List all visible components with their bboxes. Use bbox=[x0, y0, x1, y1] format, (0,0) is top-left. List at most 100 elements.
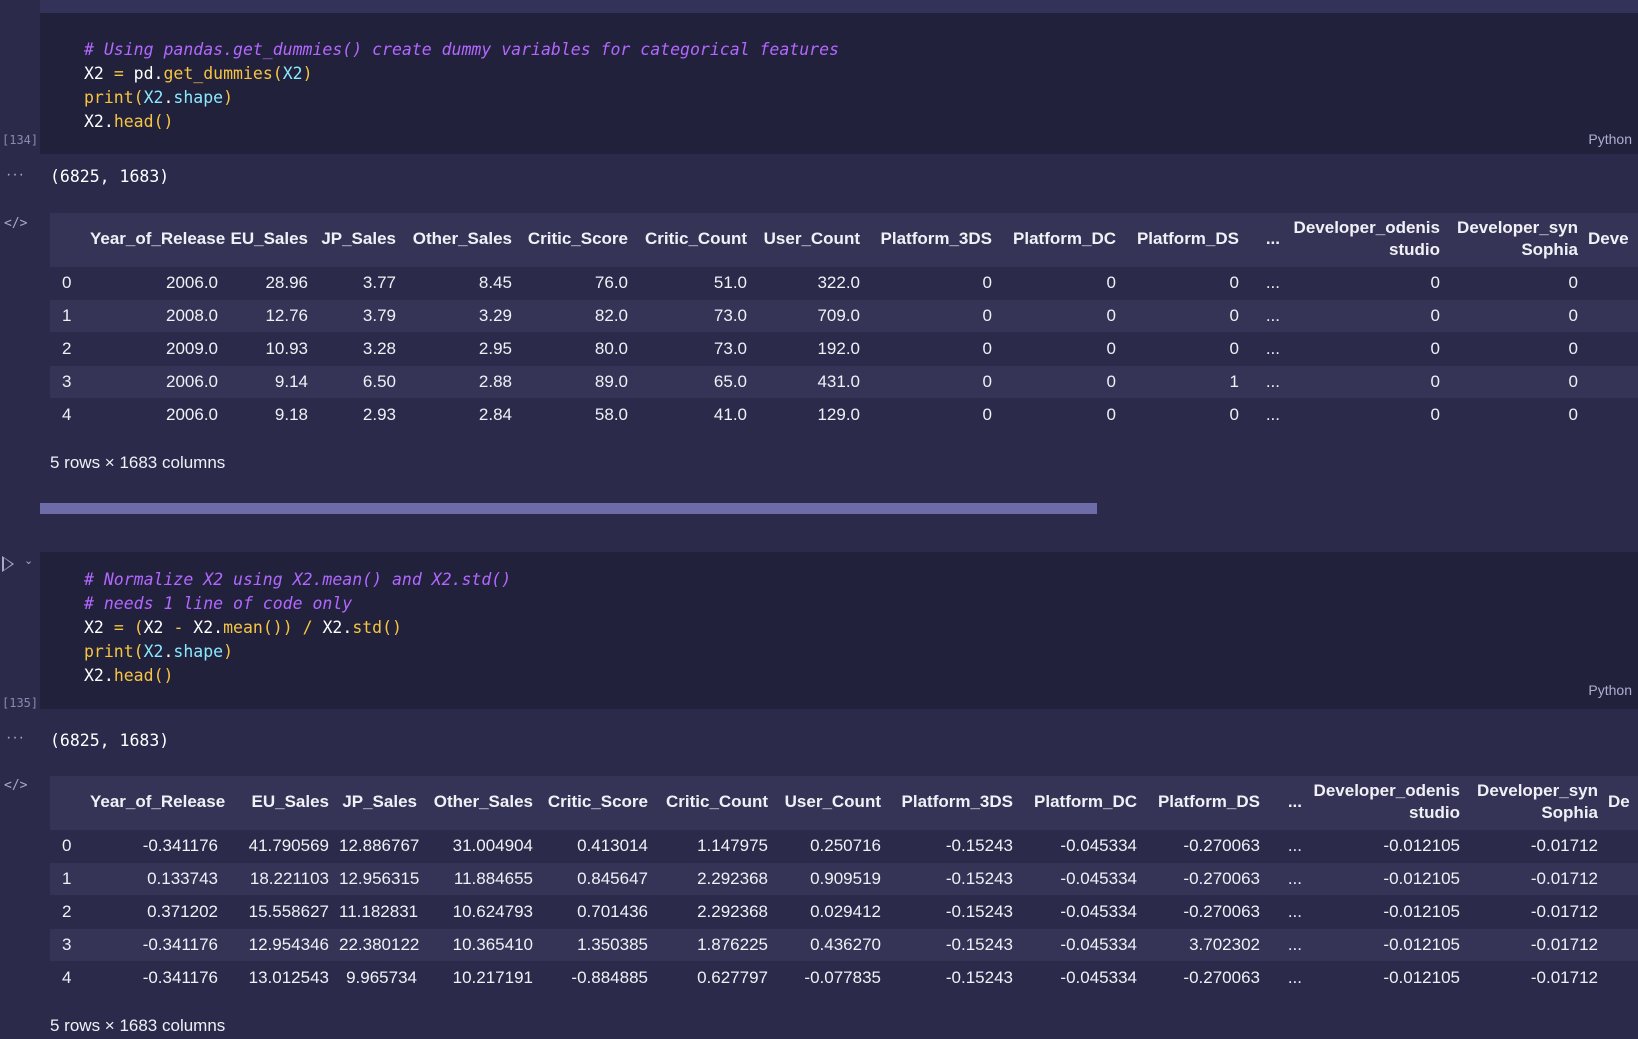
code-token: ) bbox=[223, 88, 234, 107]
language-label[interactable]: Python bbox=[1588, 131, 1632, 147]
table-header-cell: Platform_DS bbox=[1126, 228, 1239, 250]
table-cell: 0 bbox=[982, 306, 992, 325]
output-more-icon[interactable]: ··· bbox=[6, 166, 25, 184]
header-text: Critic_Score bbox=[547, 792, 648, 811]
table-row: 0 -0.341176 41.790569 12.886767 31.004904 0.4… bbox=[50, 830, 1638, 862]
table-header-cell: EU_Sales bbox=[228, 791, 330, 813]
header-text: User_Count bbox=[763, 229, 860, 248]
table-cell: 0 bbox=[1568, 405, 1578, 424]
code-token: - bbox=[173, 618, 184, 637]
header-text: Other_Sales bbox=[412, 229, 512, 248]
table-cell: 322.0 bbox=[817, 273, 860, 292]
code-line[interactable]: # Normalize X2 using X2.mean() and X2.st… bbox=[84, 568, 511, 592]
table-cell: 2.292368 bbox=[697, 869, 768, 888]
table-cell: 9.18 bbox=[274, 405, 308, 424]
header-text: Sophia bbox=[1521, 240, 1578, 259]
code-editor[interactable]: # Normalize X2 using X2.mean() and X2.st… bbox=[84, 568, 511, 688]
row-index: 0 bbox=[62, 273, 72, 292]
table-cell: -0.341176 bbox=[142, 836, 218, 855]
table-cell: 1 bbox=[1229, 372, 1239, 391]
table-cell: 0 bbox=[1106, 273, 1116, 292]
code-line[interactable]: print(X2.shape) bbox=[84, 640, 511, 664]
code-token: () bbox=[153, 666, 174, 685]
code-cell-135[interactable]: # Normalize X2 using X2.mean() and X2.st… bbox=[40, 552, 1638, 709]
output-renderer-icon[interactable]: </> bbox=[4, 216, 27, 231]
table-cell: -0.341176 bbox=[142, 935, 218, 954]
code-token: . bbox=[163, 88, 174, 107]
table-header-cell: Platform_3DS bbox=[891, 791, 1013, 813]
chevron-down-icon[interactable]: ⌄ bbox=[24, 554, 33, 567]
code-line[interactable]: X2 = (X2 - X2.mean()) / X2.std() bbox=[84, 616, 511, 640]
table-cell: 10.624793 bbox=[452, 902, 533, 921]
table-header-cell: Year_of_Release bbox=[90, 228, 225, 250]
table-cell: 73.0 bbox=[713, 339, 747, 358]
horizontal-scrollbar[interactable] bbox=[40, 503, 1097, 514]
output-renderer-icon[interactable]: </> bbox=[4, 778, 27, 793]
table-cell: 73.0 bbox=[713, 306, 747, 325]
table-cell: -0.15243 bbox=[945, 836, 1013, 855]
code-line[interactable]: X2 = pd.get_dummies(X2) bbox=[84, 62, 839, 86]
table-cell: 0.701436 bbox=[577, 902, 648, 921]
table-cell: 0 bbox=[1568, 339, 1578, 358]
code-token: # Using pandas.get_dummies() create dumm… bbox=[84, 40, 839, 59]
code-line[interactable]: X2.head() bbox=[84, 664, 511, 688]
header-text: EU_Sales bbox=[230, 229, 309, 248]
table-cell: -0.15243 bbox=[945, 968, 1013, 987]
header-text: Platform_3DS bbox=[880, 229, 992, 248]
table-cell: 11.884655 bbox=[453, 869, 533, 888]
run-cell-icon[interactable] bbox=[2, 556, 14, 572]
table-row: 4 -0.341176 13.012543 9.965734 10.217191 -0.8… bbox=[50, 962, 1638, 994]
code-token: X2 bbox=[84, 64, 114, 83]
code-editor[interactable]: # Using pandas.get_dummies() create dumm… bbox=[84, 38, 839, 134]
shape-output: (6825, 1683) bbox=[50, 731, 170, 750]
header-text: studio bbox=[1409, 803, 1460, 822]
table-header-cell: Critic_Count bbox=[658, 791, 768, 813]
table-cell: 9.14 bbox=[274, 372, 308, 391]
table-cell: 51.0 bbox=[713, 273, 747, 292]
table-cell: 76.0 bbox=[594, 273, 628, 292]
header-text: ... bbox=[1265, 229, 1280, 248]
table-cell: 0.133743 bbox=[147, 869, 218, 888]
code-token: X2 bbox=[143, 618, 174, 637]
table-cell: -0.270063 bbox=[1183, 902, 1260, 921]
table-cell: -0.01712 bbox=[1530, 935, 1598, 954]
table-cell: 0 bbox=[982, 372, 992, 391]
table-cell: 2008.0 bbox=[166, 306, 218, 325]
table-cell: -0.077835 bbox=[804, 968, 881, 987]
code-line[interactable]: # needs 1 line of code only bbox=[84, 592, 511, 616]
header-text: Deve bbox=[1588, 229, 1629, 248]
table-cell: 0 bbox=[1106, 339, 1116, 358]
code-line[interactable]: X2.head() bbox=[84, 110, 839, 134]
table-cell: ... bbox=[1287, 836, 1302, 855]
table-cell: -0.884885 bbox=[571, 968, 648, 987]
table-cell: 0 bbox=[1229, 273, 1239, 292]
table-cell: 12.954346 bbox=[248, 935, 329, 954]
header-text: Other_Sales bbox=[433, 792, 533, 811]
table-cell: 3.29 bbox=[478, 306, 512, 325]
table-cell: -0.045334 bbox=[1060, 869, 1137, 888]
table-row: 0 2006.0 28.96 3.77 8.45 76.0 51.0 322.0 0 0 0... 0… bbox=[50, 267, 1638, 299]
table-cell: 3.28 bbox=[362, 339, 396, 358]
code-token: std bbox=[352, 618, 383, 637]
previous-cell-edge bbox=[40, 0, 1638, 13]
table-cell: -0.012105 bbox=[1383, 935, 1460, 954]
table-cell: 0 bbox=[1430, 273, 1440, 292]
code-token: X2. bbox=[84, 112, 114, 131]
table-cell: -0.341176 bbox=[142, 968, 218, 987]
table-cell: ... bbox=[1287, 935, 1302, 954]
code-line[interactable]: print(X2.shape) bbox=[84, 86, 839, 110]
language-label[interactable]: Python bbox=[1588, 682, 1632, 698]
output-more-icon[interactable]: ··· bbox=[6, 729, 25, 747]
header-text: Sophia bbox=[1541, 803, 1598, 822]
execution-count: [134] bbox=[2, 133, 39, 147]
table-header-cell: Critic_Score bbox=[522, 228, 628, 250]
code-cell-134[interactable]: # Using pandas.get_dummies() create dumm… bbox=[40, 13, 1638, 154]
header-text: JP_Sales bbox=[342, 792, 417, 811]
table-cell: 709.0 bbox=[817, 306, 860, 325]
code-token: = bbox=[113, 618, 124, 637]
table-cell: -0.012105 bbox=[1383, 836, 1460, 855]
table-cell: 0 bbox=[1430, 339, 1440, 358]
code-token: ( bbox=[272, 64, 283, 83]
code-line[interactable]: # Using pandas.get_dummies() create dumm… bbox=[84, 38, 839, 62]
row-index: 0 bbox=[62, 836, 72, 855]
